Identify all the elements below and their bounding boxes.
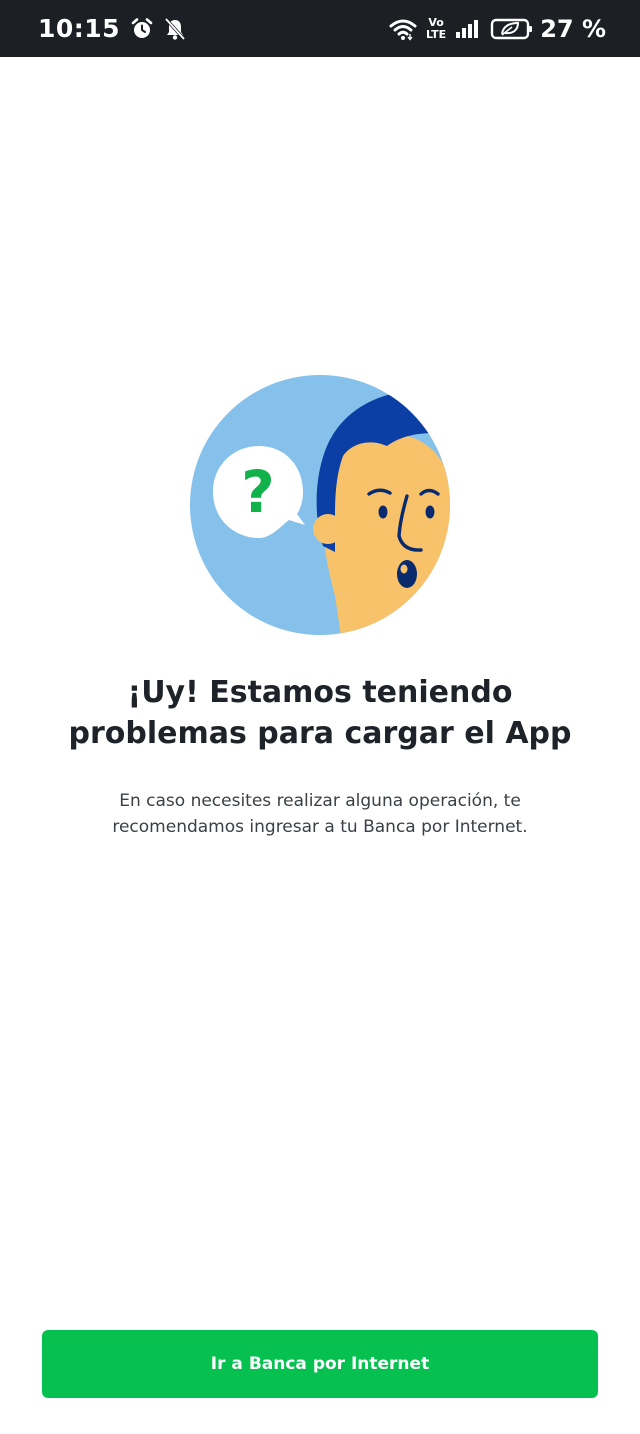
- status-time: 10:15: [38, 14, 121, 43]
- alarm-icon: [130, 17, 154, 41]
- error-description: En caso necesites realizar alguna operac…: [112, 791, 528, 837]
- volte-top-label: Vo: [428, 16, 444, 29]
- go-to-internet-banking-button[interactable]: Ir a Banca por Internet: [42, 1330, 598, 1398]
- mouth-highlight: [400, 564, 408, 574]
- right-eye: [425, 505, 435, 519]
- battery-percent: 27 %: [540, 14, 606, 43]
- notifications-off-icon: [164, 17, 186, 41]
- error-title: ¡Uy! Estamos teniendo problemas para car…: [68, 675, 572, 751]
- wifi-icon: [388, 17, 418, 41]
- question-mark: ?: [241, 458, 275, 526]
- left-eye: [378, 505, 388, 519]
- face-shape: [323, 434, 450, 635]
- error-illustration: ?: [189, 374, 451, 636]
- status-right: Vo LTE 27 %: [380, 15, 606, 43]
- status-bar: 10:15 Vo LTE 27 %: [0, 0, 640, 57]
- ear-shape: [313, 514, 343, 544]
- battery-saver-icon: [490, 17, 534, 41]
- signal-icon: [454, 17, 482, 41]
- volte-icon: Vo LTE: [426, 17, 446, 40]
- volte-bottom-label: LTE: [425, 28, 447, 41]
- mouth-shape: [397, 560, 417, 588]
- status-left: 10:15: [38, 14, 186, 43]
